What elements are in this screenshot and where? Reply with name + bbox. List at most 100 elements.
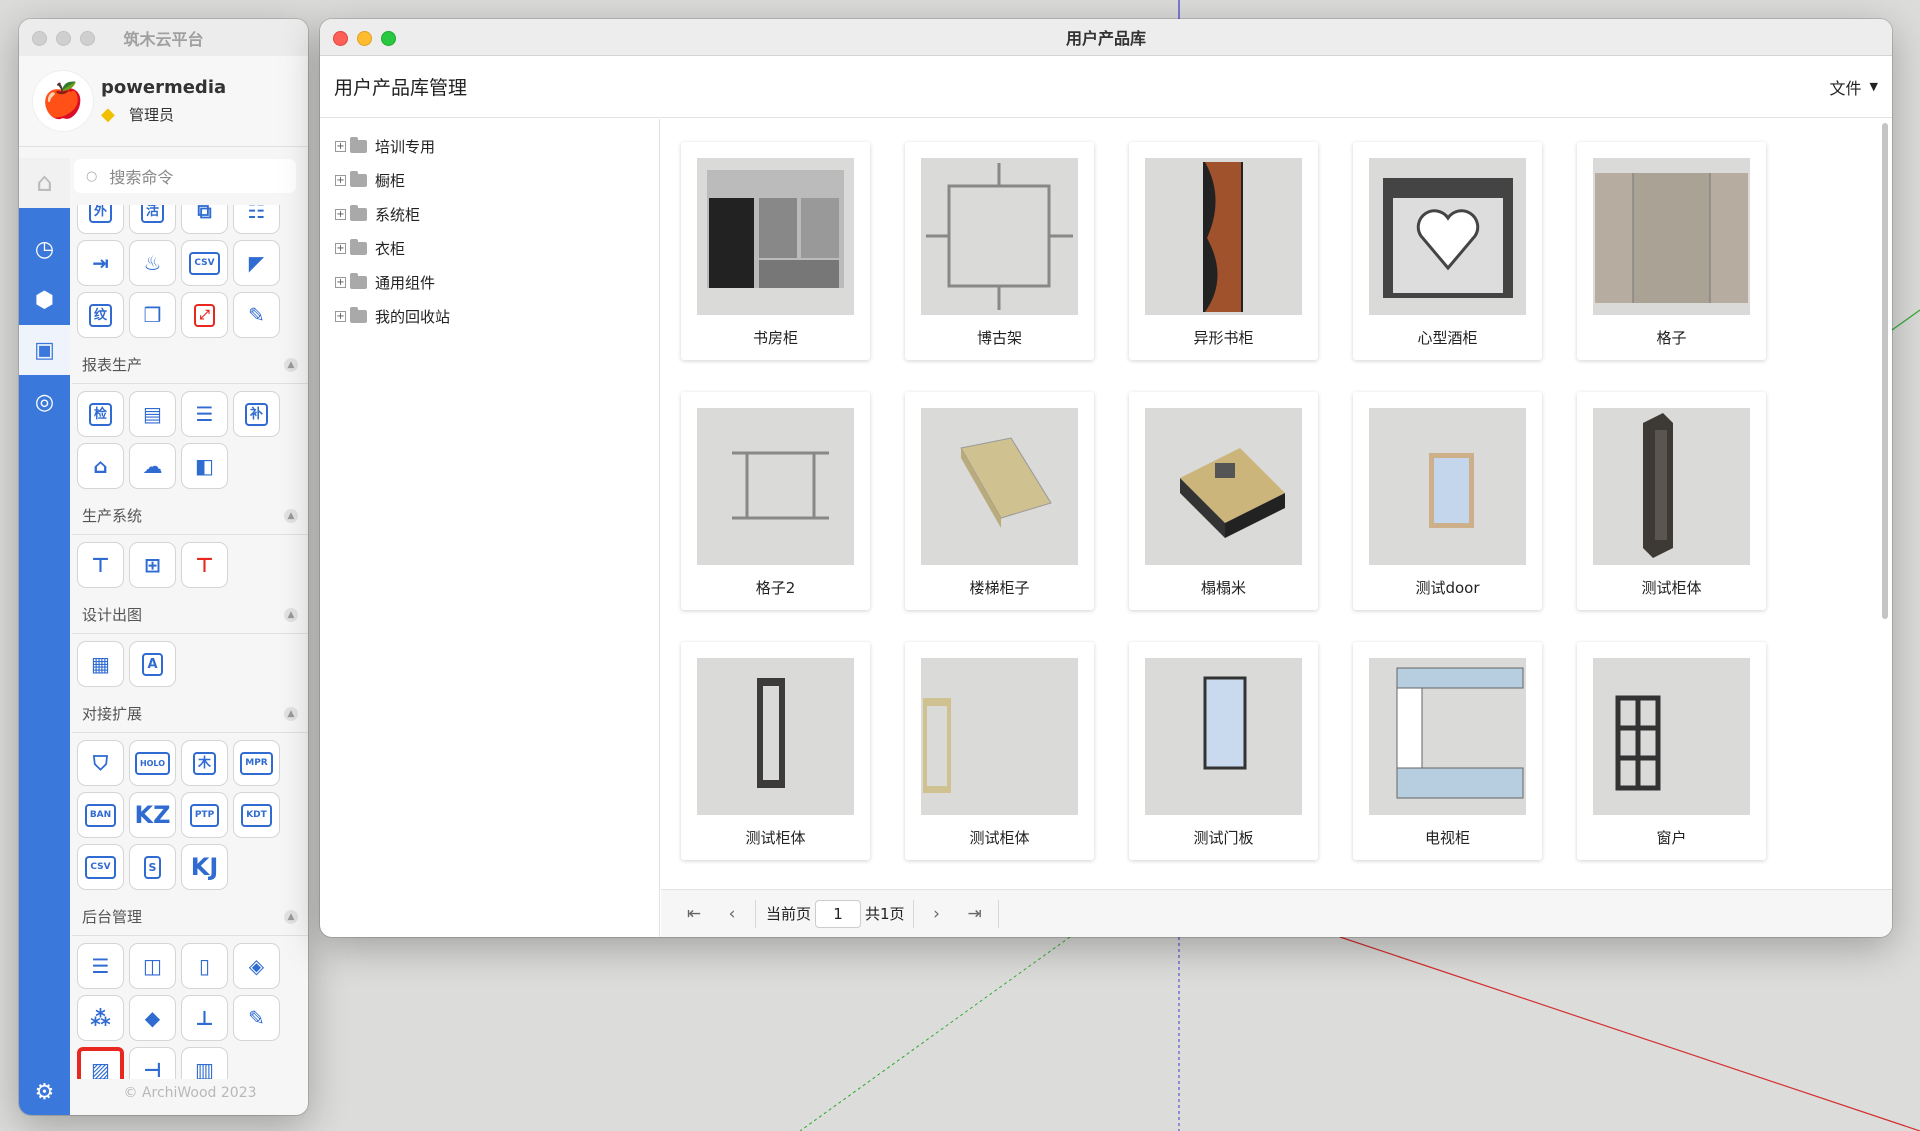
product-thumbnail[interactable] [1145,658,1302,815]
close-button[interactable] [333,31,348,46]
product-thumbnail[interactable] [1593,158,1750,315]
ban-icon[interactable]: BAN [77,792,124,838]
box-icon[interactable]: ▣ [19,325,70,375]
section-design[interactable]: 设计出图 ▲ [72,596,308,634]
tree-node[interactable]: + 培训专用 [320,129,659,163]
close-button[interactable] [32,31,47,46]
tile-active-icon[interactable]: 活 [129,205,176,234]
edit-icon[interactable]: ✎ [233,995,280,1041]
chevron-up-icon[interactable]: ▲ [284,357,298,372]
product-thumbnail[interactable] [921,158,1078,315]
kdt-icon[interactable]: KDT [233,792,280,838]
tree-node[interactable]: + 通用组件 [320,265,659,299]
stack-icon[interactable]: ◈ [233,943,280,989]
shield-icon[interactable]: ⛉ [77,740,124,786]
section-extension[interactable]: 对接扩展 ▲ [72,695,308,733]
product-card[interactable]: 测试柜体 [681,642,870,860]
drawing-icon[interactable]: ▦ [77,641,124,687]
ptp-icon[interactable]: PTP [181,792,228,838]
chevron-up-icon[interactable]: ▲ [284,607,298,622]
product-card[interactable]: 测试柜体 [1577,392,1766,610]
search-input[interactable]: ○ 搜索命令 [74,159,296,193]
holo-icon[interactable]: HOLO [129,740,176,786]
avatar[interactable]: 🍎 [33,71,93,131]
resize-icon[interactable]: ⤢ [181,292,228,338]
csv-icon[interactable]: CSV [181,240,228,286]
export-icon[interactable]: ⇥ [77,240,124,286]
last-page-icon[interactable]: ⇥ [956,904,994,924]
product-thumbnail[interactable] [1145,408,1302,565]
home-icon[interactable]: ⌂ [19,158,70,208]
minimize-button[interactable] [56,31,71,46]
product-card[interactable]: 格子 [1577,142,1766,360]
product-card[interactable]: 测试door [1353,392,1542,610]
product-thumbnail[interactable] [697,408,854,565]
door-icon[interactable]: ▯ [181,943,228,989]
product-card[interactable]: 心型酒柜 [1353,142,1542,360]
expand-icon[interactable]: + [335,140,346,152]
chevron-up-icon[interactable]: ▲ [284,909,298,924]
expand-icon[interactable]: + [335,208,346,220]
product-card[interactable]: 异形书柜 [1129,142,1318,360]
csv-export-icon[interactable]: CSV [77,844,124,890]
supplement-icon[interactable]: 补 [233,391,280,437]
fire-icon[interactable]: ♨ [129,240,176,286]
expand-icon[interactable]: + [335,174,346,186]
tree-node[interactable]: + 衣柜 [320,231,659,265]
expand-icon[interactable]: + [335,242,346,254]
expand-icon[interactable]: + [335,310,346,322]
product-card[interactable]: 博古架 [905,142,1094,360]
clock-icon[interactable]: ◷ [19,224,70,274]
chevron-up-icon[interactable]: ▲ [284,508,298,523]
eraser-icon[interactable]: ◆ [129,995,176,1041]
image-library-icon[interactable]: ▨ [77,1047,124,1079]
product-thumbnail[interactable] [697,158,854,315]
tree-node[interactable]: + 我的回收站 [320,299,659,333]
section-report[interactable]: 报表生产 ▲ [72,346,308,384]
hardware-t-icon[interactable]: ⊤ [77,542,124,588]
prev-page-icon[interactable]: ‹ [713,904,751,924]
ruler-icon[interactable]: ✎ [233,292,280,338]
s-doc-icon[interactable]: S [129,844,176,890]
cube-doc-icon[interactable]: ⧉ [181,205,228,234]
product-thumbnail[interactable] [1593,658,1750,815]
table-icon[interactable]: ☷ [233,205,280,234]
next-page-icon[interactable]: › [918,904,956,924]
product-card[interactable]: 格子2 [681,392,870,610]
mpr-icon[interactable]: MPR [233,740,280,786]
tile-outer-icon[interactable]: 外 [77,205,124,234]
cloud-upload-icon[interactable]: ☁ [129,443,176,489]
product-card[interactable]: 窗户 [1577,642,1766,860]
columns-icon[interactable]: ▥ [181,1047,228,1079]
settings-gear-icon[interactable]: ⚙ [19,1069,70,1115]
product-card[interactable]: 测试门板 [1129,642,1318,860]
product-card[interactable]: 电视柜 [1353,642,1542,860]
expand-icon[interactable]: + [335,276,346,288]
zoom-button[interactable] [381,31,396,46]
cabinet-icon[interactable]: ◫ [129,943,176,989]
cubes-icon[interactable]: ⁂ [77,995,124,1041]
factory-icon[interactable]: ⌂ [77,443,124,489]
report-icon[interactable]: ▤ [129,391,176,437]
minimize-button[interactable] [357,31,372,46]
first-page-icon[interactable]: ⇤ [675,904,713,924]
section-admin[interactable]: 后台管理 ▲ [72,898,308,936]
product-thumbnail[interactable] [1593,408,1750,565]
texture-icon[interactable]: 纹 [77,292,124,338]
ring-icon[interactable]: ◎ [19,377,70,427]
list-icon[interactable]: ☰ [181,391,228,437]
check-icon[interactable]: 检 [77,391,124,437]
split-icon[interactable]: ◧ [181,443,228,489]
kj-icon[interactable]: KJ [181,844,228,890]
product-card[interactable]: 书房柜 [681,142,870,360]
scrollbar[interactable] [1882,123,1888,619]
file-menu[interactable]: 文件 ▼ [1830,75,1878,99]
product-thumbnail[interactable] [1369,658,1526,815]
section-production[interactable]: 生产系统 ▲ [72,497,308,535]
product-thumbnail[interactable] [1369,408,1526,565]
kz-icon[interactable]: KZ [129,792,176,838]
annotation-icon[interactable]: A [129,641,176,687]
product-thumbnail[interactable] [921,658,1078,815]
bracket-icon[interactable]: ⊣ [129,1047,176,1079]
corner-icon[interactable]: ◤ [233,240,280,286]
